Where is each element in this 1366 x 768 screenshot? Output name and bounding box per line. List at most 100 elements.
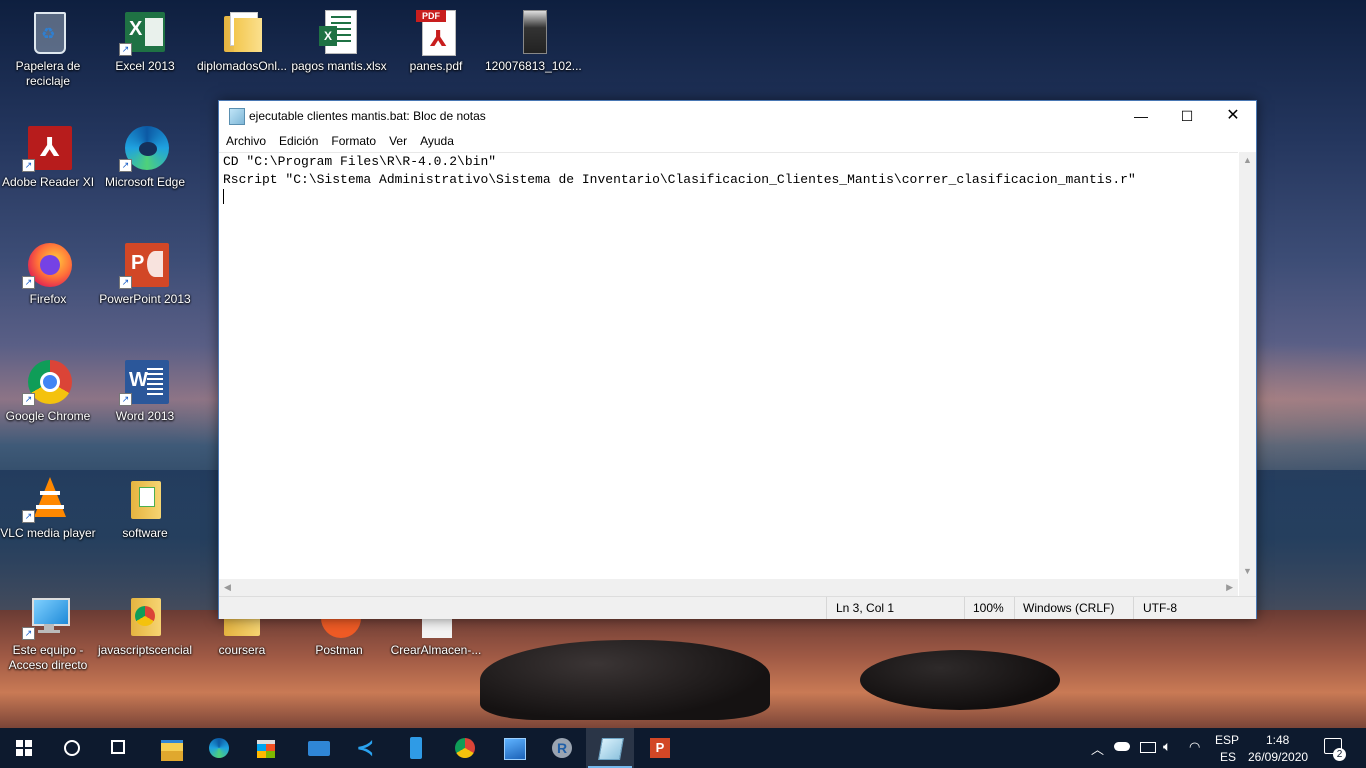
text-editor[interactable]: CD "C:\Program Files\R\R-4.0.2\bin" Rscr… (219, 152, 1238, 579)
input-language-bottom[interactable]: ES (1220, 750, 1236, 764)
r-icon: R (552, 738, 572, 758)
desktop-icon-edge[interactable]: ↗ Microsoft Edge (97, 126, 193, 190)
show-hidden-icons-chevron-icon[interactable]: ︿ (1091, 739, 1104, 758)
text-caret (223, 189, 224, 204)
desktop-icon-pagos-mantis[interactable]: X pagos mantis.xlsx (291, 10, 387, 74)
status-divider (826, 597, 827, 619)
desktop-icon-recycle-bin[interactable]: ♻ Papelera de reciclaje (0, 10, 96, 89)
desktop-icon-folder-diplomados[interactable]: diplomadosOnl... (194, 10, 290, 74)
taskbar-r[interactable]: R (538, 728, 586, 768)
notepad-window[interactable]: ejecutable clientes mantis.bat: Bloc de … (218, 100, 1257, 619)
chrome-icon: ↗ (22, 360, 72, 406)
minimize-button[interactable]: — (1118, 101, 1164, 131)
status-divider (964, 597, 965, 619)
chrome-icon (455, 738, 475, 758)
desktop-icon-panes-pdf[interactable]: PDF ⅄ panes.pdf (388, 10, 484, 74)
desktop-icon-powerpoint[interactable]: P ↗ PowerPoint 2013 (97, 243, 193, 307)
desktop-icon-word[interactable]: W ↗ Word 2013 (97, 360, 193, 424)
input-language-top[interactable]: ESP (1215, 733, 1239, 747)
phone-icon (410, 737, 422, 759)
taskbar-mail[interactable] (294, 728, 342, 768)
clock-time[interactable]: 1:48 (1266, 733, 1289, 747)
desktop-icon-firefox[interactable]: ↗ Firefox (0, 243, 96, 307)
desktop-icon-adobe-reader[interactable]: ⅄ ↗ Adobe Reader XI (0, 126, 96, 190)
taskbar-edge[interactable] (195, 728, 243, 768)
recycle-bin-icon: ♻ (26, 10, 70, 54)
folder-icon (220, 10, 264, 54)
menu-ayuda[interactable]: Ayuda (413, 131, 460, 148)
desktop-icon-folder-software[interactable]: software (97, 477, 193, 541)
title-bar[interactable]: ejecutable clientes mantis.bat: Bloc de … (219, 101, 1256, 131)
menu-formato[interactable]: Formato (324, 131, 382, 148)
menu-edicion[interactable]: Edición (272, 131, 324, 148)
start-icon (16, 740, 32, 756)
notepad-icon (229, 108, 245, 125)
volume-icon[interactable]: 🔈︎ (1163, 738, 1171, 755)
text-line: CD "C:\Program Files\R\R-4.0.2\bin" (223, 154, 497, 169)
photo-file-icon (511, 10, 555, 54)
chrome-folder-icon (123, 594, 167, 638)
desktop-icon-photo[interactable]: 120076813_102... (485, 10, 582, 74)
encoding: UTF-8 (1143, 601, 1177, 615)
menu-ver[interactable]: Ver (382, 131, 413, 148)
text-line: Rscript "C:\Sistema Administrativo\Siste… (223, 172, 1136, 187)
edge-icon (209, 738, 229, 758)
search-button[interactable] (48, 728, 96, 768)
taskbar-store[interactable] (243, 728, 291, 768)
onedrive-icon[interactable] (1114, 742, 1130, 751)
desktop-icon-this-pc[interactable]: ↗ Este equipo - Acceso directo (0, 594, 96, 673)
window-title: ejecutable clientes mantis.bat: Bloc de … (249, 109, 486, 123)
task-view-icon (111, 740, 125, 754)
taskbar-phone[interactable] (392, 728, 440, 768)
folder-icon (123, 477, 167, 521)
wifi-icon[interactable]: ◠ (1189, 739, 1200, 755)
maximize-button[interactable]: ☐ (1164, 101, 1210, 131)
taskbar-vscode[interactable]: ≺ (342, 728, 390, 768)
taskbar-notepad[interactable] (586, 728, 634, 768)
scroll-corner (1239, 579, 1256, 596)
taskbar-chrome[interactable] (441, 728, 489, 768)
status-divider (1014, 597, 1015, 619)
desktop-icon-chrome[interactable]: ↗ Google Chrome (0, 360, 96, 424)
desktop-icon-vlc[interactable]: ↗ VLC media player (0, 477, 96, 541)
powerpoint-icon: P ↗ (119, 243, 169, 289)
cursor-position: Ln 3, Col 1 (836, 601, 895, 615)
word-icon: W ↗ (119, 360, 169, 406)
edge-icon: ↗ (119, 126, 169, 172)
photos-icon (504, 738, 526, 760)
powerpoint-icon: P (650, 738, 670, 758)
vscode-icon: ≺ (356, 735, 375, 760)
scroll-up-icon[interactable]: ▲ (1243, 155, 1252, 165)
excel-file-icon: X (317, 10, 361, 54)
desktop-icon-javascriptscencial[interactable]: javascriptscencial (97, 594, 193, 658)
vertical-scrollbar[interactable]: ▲ ▼ (1239, 152, 1256, 579)
excel-icon: X ↗ (119, 10, 167, 56)
wallpaper-rock (860, 650, 1060, 710)
menu-archivo[interactable]: Archivo (219, 131, 272, 148)
status-bar: Ln 3, Col 1 100% Windows (CRLF) UTF-8 (219, 596, 1256, 619)
clock-date[interactable]: 26/09/2020 (1248, 750, 1308, 764)
notifications-count-badge: 2 (1333, 748, 1346, 761)
notepad-icon (598, 738, 624, 760)
battery-icon[interactable] (1140, 742, 1156, 753)
desktop-icon-excel[interactable]: X ↗ Excel 2013 (97, 10, 193, 74)
this-pc-icon: ↗ (22, 594, 70, 640)
taskbar-photos[interactable] (490, 728, 538, 768)
taskbar: ≺ R P ︿ 🔈︎ ◠ ESP ES 1:48 26/09/2020 2 (0, 728, 1366, 768)
store-icon (257, 740, 275, 758)
horizontal-scrollbar[interactable]: ◀ ▶ (219, 579, 1238, 596)
scroll-right-icon[interactable]: ▶ (1226, 582, 1233, 593)
adobe-reader-icon: ⅄ ↗ (22, 126, 72, 172)
mail-icon (308, 741, 330, 756)
zoom-level: 100% (973, 601, 1004, 615)
scroll-left-icon[interactable]: ◀ (224, 582, 231, 593)
wallpaper-rock (480, 640, 770, 720)
pdf-file-icon: PDF ⅄ (414, 10, 458, 56)
start-button[interactable] (0, 728, 48, 768)
scroll-down-icon[interactable]: ▼ (1243, 566, 1252, 576)
close-button[interactable]: ✕ (1210, 101, 1256, 131)
line-endings: Windows (CRLF) (1023, 601, 1115, 615)
taskbar-file-explorer[interactable] (147, 728, 195, 768)
taskbar-powerpoint[interactable]: P (636, 728, 684, 768)
task-view-button[interactable] (96, 728, 144, 768)
